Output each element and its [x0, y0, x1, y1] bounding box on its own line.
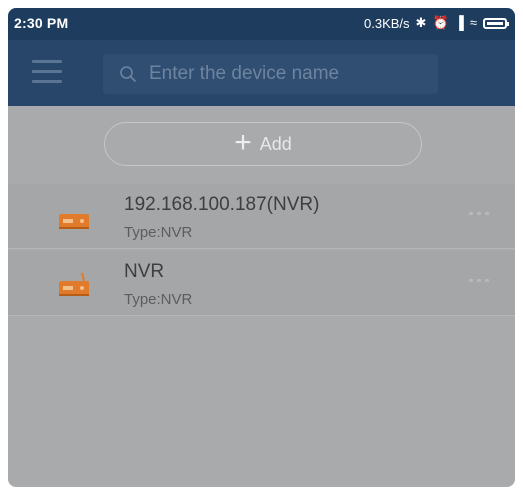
device-list-item[interactable]: 192.168.100.187(NVR) Type:NVR: [8, 184, 515, 249]
app-screen: 2:30 PM 0.3KB/s ✱ ⏰ ▐ ≈ + Add: [8, 8, 515, 487]
bluetooth-icon: ✱: [415, 15, 427, 30]
device-name: NVR: [124, 261, 165, 282]
nvr-device-icon: [59, 214, 89, 229]
signal-icon: ▐: [454, 15, 464, 30]
status-bar: 2:30 PM 0.3KB/s ✱ ⏰ ▐ ≈: [8, 8, 515, 40]
nvr-device-icon: [59, 272, 89, 296]
search-input[interactable]: [147, 62, 431, 86]
alarm-icon: ⏰: [432, 15, 449, 30]
plus-icon: +: [234, 125, 252, 159]
battery-icon: [483, 17, 509, 29]
status-time: 2:30 PM: [14, 15, 69, 31]
device-type: Type:NVR: [124, 291, 193, 308]
search-box[interactable]: [103, 54, 438, 94]
device-list: 192.168.100.187(NVR) Type:NVR NVR Type:N…: [8, 184, 515, 316]
add-button-label: Add: [259, 133, 292, 154]
device-list-item[interactable]: NVR Type:NVR: [8, 251, 515, 316]
wifi-icon: ≈: [469, 15, 477, 30]
app-header: [8, 40, 515, 106]
search-icon: [120, 66, 136, 82]
more-options-icon[interactable]: [469, 212, 489, 216]
more-options-icon[interactable]: [469, 279, 489, 283]
device-name: 192.168.100.187(NVR): [124, 194, 320, 215]
hamburger-menu-icon[interactable]: [32, 60, 62, 86]
add-device-button[interactable]: + Add: [104, 122, 422, 166]
status-indicators: 0.3KB/s ✱ ⏰ ▐ ≈: [364, 14, 509, 32]
network-speed: 0.3KB/s: [364, 15, 410, 31]
device-type: Type:NVR: [124, 224, 193, 241]
